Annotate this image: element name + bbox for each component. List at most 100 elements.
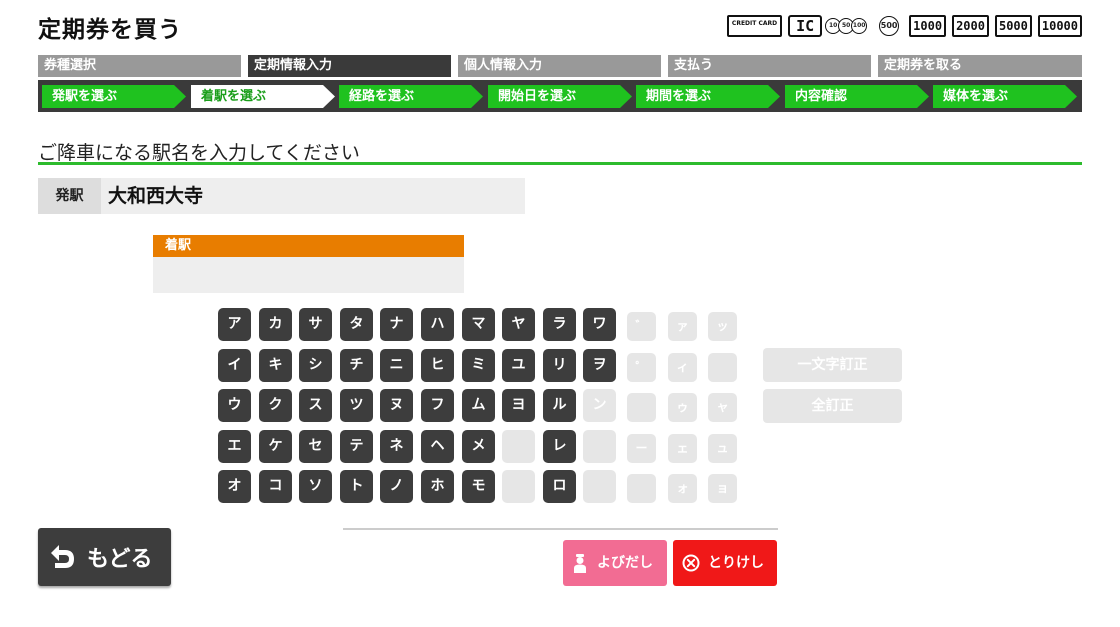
kana-key[interactable]: ユ [502,349,535,382]
page-title: 定期券を買う [38,17,182,43]
small-kana-key: ッ [708,312,737,341]
ic-card-icon: IC [788,15,823,37]
clear-all-button[interactable]: 全訂正 [763,389,902,423]
kana-key[interactable]: ウ [218,389,251,422]
kana-key[interactable]: ツ [340,389,373,422]
back-button[interactable]: もどる [38,528,171,586]
kana-key[interactable]: ケ [259,430,292,463]
bill-5000-icon: 5000 [994,15,1032,37]
kana-key[interactable]: ハ [421,308,454,341]
kana-key[interactable]: オ [218,470,251,503]
instruction-text: ご降車になる駅名を入力してください [38,142,360,164]
credit-card-icon: CREDIT CARD [726,15,783,37]
substep-period: 期間を選ぶ [636,85,780,108]
kana-key[interactable]: シ [299,349,332,382]
bill-10000-icon: 10000 [1037,15,1082,37]
small-kana-key: ュ [708,434,737,463]
kana-key[interactable]: レ [543,430,576,463]
back-label: もどる [87,547,153,572]
payment-methods: CREDIT CARD IC 10 50 100 500 1000 2000 5… [726,14,1082,38]
backspace-button[interactable]: 一文字訂正 [763,348,902,382]
small-kana-key: ォ [668,474,697,503]
small-kana-key-empty [627,474,656,503]
kana-key[interactable]: ヲ [583,349,616,382]
step-payment: 支払う [668,55,871,77]
cancel-button[interactable]: とりけし [673,540,777,586]
divider [343,528,778,530]
substep-arrival: 着駅を選ぶ [191,85,335,108]
departure-station-value: 大和西大寺 [108,185,204,207]
small-kana-key: ョ [708,474,737,503]
step-receive-pass: 定期券を取る [878,55,1082,77]
kana-key[interactable]: ミ [462,349,495,382]
kana-key[interactable]: ニ [380,349,413,382]
kana-key: ン [583,389,616,422]
substep-departure: 発駅を選ぶ [42,85,186,108]
divider [38,162,1082,165]
departure-label: 発駅 [38,178,101,214]
kana-key[interactable]: キ [259,349,292,382]
small-kana-key-empty [708,353,737,382]
kana-key[interactable]: ト [340,470,373,503]
kana-key-empty [583,470,616,503]
kana-key[interactable]: ナ [380,308,413,341]
step-personal-info: 個人情報入力 [458,55,661,77]
kana-key[interactable]: ホ [421,470,454,503]
small-kana-key: ィ [668,353,697,382]
kana-key[interactable]: ノ [380,470,413,503]
kana-key[interactable]: ネ [380,430,413,463]
small-kana-key: ァ [668,312,697,341]
small-kana-key: ャ [708,393,737,422]
kana-key-empty [583,430,616,463]
kana-key[interactable]: セ [299,430,332,463]
kana-key[interactable]: ク [259,389,292,422]
kana-key[interactable]: メ [462,430,495,463]
kana-key[interactable]: エ [218,430,251,463]
step-ticket-type: 券種選択 [38,55,241,77]
kana-key-empty [502,470,535,503]
coins-icon: 10 50 100 [825,18,868,34]
kana-key[interactable]: ソ [299,470,332,503]
arrival-station-input[interactable] [153,257,464,293]
small-kana-key: ゥ [668,393,697,422]
kana-key[interactable]: ヘ [421,430,454,463]
kana-key[interactable]: コ [259,470,292,503]
call-staff-button[interactable]: よびだし [563,540,667,586]
kana-key[interactable]: ロ [543,470,576,503]
kana-key[interactable]: ワ [583,308,616,341]
kana-key[interactable]: ス [299,389,332,422]
kana-key[interactable]: テ [340,430,373,463]
substep-route: 経路を選ぶ [339,85,483,108]
step-pass-info: 定期情報入力 [248,55,451,77]
kana-key[interactable]: フ [421,389,454,422]
kana-key[interactable]: リ [543,349,576,382]
kana-key[interactable]: ヤ [502,308,535,341]
kana-key[interactable]: カ [259,308,292,341]
kana-key[interactable]: マ [462,308,495,341]
kana-key[interactable]: モ [462,470,495,503]
bill-2000-icon: 2000 [952,15,989,37]
kana-key[interactable]: タ [340,308,373,341]
substep-confirm: 内容確認 [785,85,929,108]
kana-key[interactable]: ヒ [421,349,454,382]
coin-100-icon: 100 [851,18,868,34]
small-kana-key: ゛ [627,312,656,341]
call-staff-label: よびだし [597,555,653,571]
kana-key[interactable]: ヌ [380,389,413,422]
kana-key[interactable]: ラ [543,308,576,341]
kana-key-empty [502,430,535,463]
kana-key[interactable]: ル [543,389,576,422]
arrival-label: 着駅 [153,235,464,257]
cancel-label: とりけし [708,555,764,571]
small-kana-key: ゜ [627,353,656,382]
kana-key[interactable]: ム [462,389,495,422]
kana-key[interactable]: ア [218,308,251,341]
return-arrow-icon [51,545,74,568]
close-circle-icon [682,554,700,572]
kana-key[interactable]: イ [218,349,251,382]
bill-1000-icon: 1000 [909,15,947,37]
kana-key[interactable]: サ [299,308,332,341]
kana-key[interactable]: ヨ [502,389,535,422]
substep-medium: 媒体を選ぶ [933,85,1077,108]
kana-key[interactable]: チ [340,349,373,382]
